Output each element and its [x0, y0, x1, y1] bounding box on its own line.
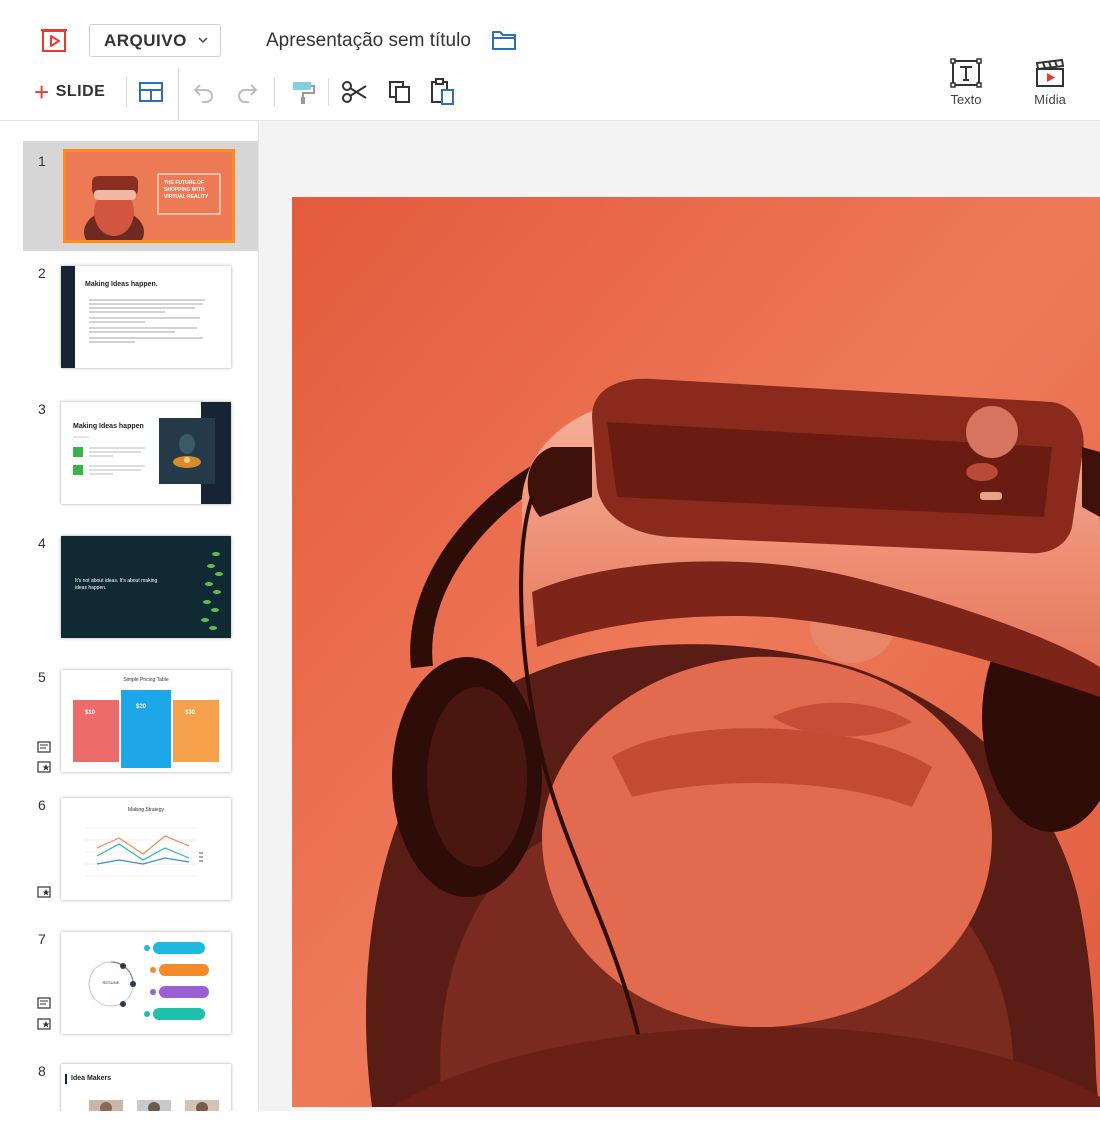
slide-thumbnail-5[interactable]: 5 Simple Pricing Table $10 $20 $30 — [23, 665, 258, 780]
slide-number: 5 — [38, 669, 46, 685]
layout-button[interactable] — [137, 78, 165, 106]
paste-icon — [431, 78, 454, 105]
add-slide-label: SLIDE — [55, 83, 106, 100]
slide-thumbnail-2[interactable]: 2 Making Ideas happen. — [23, 261, 258, 376]
toolbar-divider — [328, 78, 329, 106]
presentation-logo-icon[interactable] — [40, 28, 68, 54]
slide-number: 1 — [38, 153, 46, 169]
file-menu-label: ARQUIVO — [104, 30, 187, 50]
add-slide-button[interactable]: + SLIDE — [34, 77, 106, 107]
paint-roller-icon — [293, 82, 315, 104]
document-title[interactable]: Apresentação sem título — [266, 30, 471, 52]
slide-2-preview: Making Ideas happen. — [61, 266, 231, 368]
slide-7-resume-diagram — [88, 942, 209, 1020]
chevron-down-icon — [198, 37, 208, 44]
undo-icon — [193, 84, 213, 103]
slide-thumbnail-6[interactable]: 6 Making Strategy — [23, 793, 258, 908]
slide-1-title: THE FUTURE OF SHOPPING WITH VIRTUAL REAL… — [164, 180, 222, 201]
transition-star-icon[interactable] — [37, 761, 51, 773]
slide-4-quote-line: ideas happen. — [75, 585, 107, 591]
toolbar-divider — [178, 68, 179, 120]
slide-4-quote: It's not about ideas. It's about making … — [75, 578, 157, 592]
toolbar-divider — [126, 78, 127, 106]
file-menu-button[interactable]: ARQUIVO — [89, 24, 221, 57]
slide-2-title: Making Ideas happen. — [85, 281, 158, 288]
slide-thumbnail-4[interactable]: 4 It's not about ideas. It's about makin… — [23, 531, 258, 646]
insert-text-button[interactable]: Texto — [936, 58, 996, 110]
pricing-column-3 — [173, 700, 219, 762]
cut-button[interactable] — [341, 78, 369, 106]
pricing-column-1 — [73, 700, 119, 762]
insert-media-button[interactable]: Mídia — [1020, 58, 1080, 110]
animation-icon[interactable] — [37, 741, 51, 753]
insert-media-label: Mídia — [1034, 92, 1066, 107]
slide-number: 3 — [38, 401, 46, 417]
slide-7-center-label: RESUME — [102, 980, 120, 985]
copy-button[interactable] — [386, 78, 414, 106]
slide-1-title-line: SHOPPING WITH — [164, 187, 205, 193]
slide-number: 6 — [38, 797, 46, 813]
transition-star-icon[interactable] — [37, 1018, 51, 1030]
slide-4-quote-line: It's not about ideas. It's about making — [75, 578, 158, 584]
slide-number: 8 — [38, 1063, 46, 1079]
slide-1-title-line: VIRTUAL REALITY — [164, 194, 209, 200]
copy-icon — [389, 81, 410, 103]
slide-1-title-line: THE FUTURE OF — [164, 180, 204, 186]
slide-thumbnail-7[interactable]: 7 RESUME — [23, 927, 258, 1042]
insert-text-label: Texto — [950, 92, 982, 107]
slide-thumbnail-panel: 1 THE FUTURE OF SHOPPING WITH VIRTUAL RE… — [23, 121, 259, 1111]
presentation-editor: ARQUIVO Apresentação sem título + SLIDE — [0, 0, 1100, 1127]
transition-star-icon[interactable] — [37, 886, 51, 898]
undo-button[interactable] — [190, 78, 218, 106]
media-clapperboard-icon — [1035, 58, 1065, 87]
scissors-icon — [342, 81, 367, 103]
slide-2-text-lines — [89, 299, 205, 343]
plus-icon: + — [34, 77, 50, 107]
slide-thumbnail-8[interactable]: 8 Idea Makers — [23, 1059, 258, 1111]
slide-5-title: Simple Pricing Table — [123, 677, 169, 683]
redo-icon — [238, 84, 258, 103]
paste-button[interactable] — [429, 78, 457, 106]
price-value: $30 — [185, 710, 196, 716]
slide-4-preview: It's not about ideas. It's about making … — [61, 536, 231, 638]
vr-headset-photo[interactable] — [292, 197, 1100, 1107]
layout-icon — [139, 82, 163, 102]
slide-number: 2 — [38, 265, 46, 281]
toolbar-divider — [274, 78, 275, 106]
slide-thumbnail-1[interactable]: 1 THE FUTURE OF SHOPPING WITH VIRTUAL RE… — [23, 141, 258, 251]
slide-canvas-area — [259, 121, 1100, 1111]
slide-3-graphic — [73, 402, 231, 504]
folder-icon[interactable] — [491, 29, 517, 51]
slide-1-preview: THE FUTURE OF SHOPPING WITH VIRTUAL REAL… — [63, 149, 235, 243]
format-painter-button[interactable] — [289, 78, 317, 106]
slide-number: 7 — [38, 931, 46, 947]
slide-5-preview: Simple Pricing Table $10 $20 $30 — [61, 670, 231, 772]
animation-icon[interactable] — [37, 997, 51, 1009]
price-value: $10 — [85, 710, 96, 716]
top-toolbar: ARQUIVO Apresentação sem título + SLIDE — [0, 0, 1100, 121]
slide-number: 4 — [38, 535, 46, 551]
slide-thumbnail-3[interactable]: 3 Making Ideas happen — [23, 397, 258, 512]
slide-7-preview: RESUME — [61, 932, 231, 1034]
slide-8-photos — [89, 1100, 219, 1111]
current-slide-canvas[interactable] — [292, 197, 1100, 1107]
redo-button[interactable] — [233, 78, 261, 106]
slide-6-preview: Making Strategy — [61, 798, 231, 900]
text-box-icon — [950, 58, 982, 88]
price-value: $20 — [136, 704, 147, 710]
slide-3-preview: Making Ideas happen — [61, 402, 231, 504]
slide-6-line-chart — [85, 827, 203, 877]
pricing-column-2 — [121, 690, 171, 768]
slide-8-preview: Idea Makers — [61, 1064, 231, 1111]
